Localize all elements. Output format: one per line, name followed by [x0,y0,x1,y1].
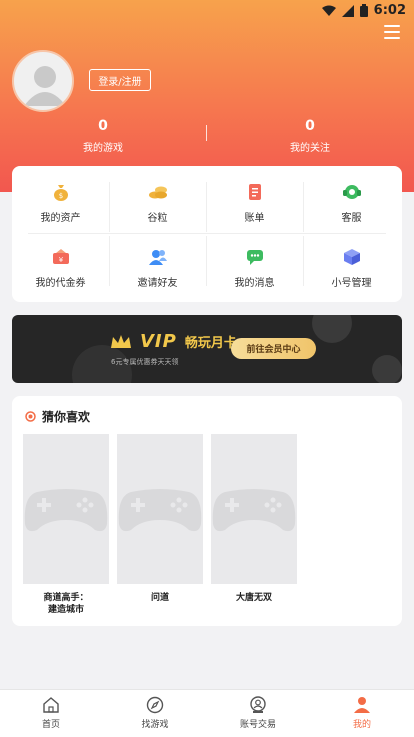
bottom-tab-bar: 首页 找游戏 账号交易 我的 [0,689,414,737]
grid-item-label: 小号管理 [331,278,372,289]
tab-find-games[interactable]: 找游戏 [115,695,195,730]
stat-my-games[interactable]: 0 我的游戏 [33,118,173,154]
vip-badge-text: VIP [140,331,177,352]
guess-you-like-card: 猜你喜欢 商道高手： 建造城市 问道 大唐无双 [12,396,402,626]
game-name-text: 问道 [150,593,169,603]
menu-icon[interactable] [384,25,400,39]
headset-icon [342,185,361,199]
grid-item-label: 我的消息 [234,278,275,289]
grid-item-my-vouchers[interactable]: ¥ 我的代金券 [12,248,109,302]
grid-item-label: 账单 [244,213,265,224]
tab-label: 找游戏 [141,720,169,730]
grid-item-my-messages[interactable]: 我的消息 [206,248,303,302]
grid-item-bill[interactable]: 账单 [206,183,303,237]
game-name-text: 商道高手： 建造城市 [43,593,89,615]
gamepad-icon [212,489,296,532]
game-thumbnail [23,434,109,584]
stat-my-games-value: 0 [98,118,108,134]
game-name-text: 大唐无双 [235,593,272,603]
grid-item-label: 我的资产 [40,213,81,224]
login-register-button[interactable]: 登录/注册 [89,69,151,91]
grid-item-my-assets[interactable]: $ 我的资产 [12,183,109,237]
function-grid-card: $ 我的资产 谷粒 账单 客服 ¥ 我的代金券 邀请好友 我的消息 小号管理 [12,166,402,302]
svg-text:¥: ¥ [58,256,63,264]
function-grid: $ 我的资产 谷粒 账单 客服 ¥ 我的代金券 邀请好友 我的消息 小号管理 [12,166,402,302]
game-thumbnail [211,434,297,584]
game-card[interactable]: 问道 [117,434,203,604]
signal-icon [341,4,354,17]
vip-title: VIP 畅玩月卡 [110,331,237,352]
account-trade-icon [250,696,266,713]
game-card[interactable]: 商道高手： 建造城市 [23,434,109,616]
tab-label: 首页 [41,720,60,730]
invite-friends-icon [148,250,167,265]
bill-icon [248,184,261,200]
battery-icon [359,4,368,17]
profile-icon [354,697,370,713]
status-bar: 6:02 [0,0,414,22]
status-time: 6:02 [373,3,406,18]
target-icon [25,411,36,422]
game-name: 商道高手： 建造城市 [23,592,109,616]
game-card[interactable]: 大唐无双 [211,434,297,604]
money-bag-icon: $ [53,185,68,201]
crown-icon [111,334,131,348]
vip-description: 6元专属优惠券天天领 [111,358,179,366]
grid-item-label: 客服 [341,213,362,224]
grid-item-customer-service[interactable]: 客服 [303,183,400,237]
grid-item-sub-account-management[interactable]: 小号管理 [303,248,400,302]
guess-you-like-title: 猜你喜欢 [42,410,91,424]
tab-account-trade[interactable]: 账号交易 [218,695,298,730]
coins-icon [148,186,167,199]
grid-item-label: 我的代金券 [35,278,86,289]
avatar[interactable] [12,50,74,112]
game-thumbnail [117,434,203,584]
tab-label: 账号交易 [239,720,276,730]
tab-home[interactable]: 首页 [11,695,91,730]
grid-item-invite-friends[interactable]: 邀请好友 [109,248,206,302]
home-icon [43,697,59,713]
stat-my-follows-label: 我的关注 [290,143,330,154]
stat-my-follows-value: 0 [305,118,315,134]
message-icon [246,250,263,265]
vip-card-title: 畅玩月卡 [184,336,237,351]
gamepad-icon [24,489,108,532]
wifi-icon [321,5,336,16]
cube-icon [343,249,360,265]
tab-mine[interactable]: 我的 [322,695,402,730]
voucher-icon: ¥ [52,249,69,264]
guess-you-like-header: 猜你喜欢 [25,408,90,425]
vip-banner[interactable]: VIP 畅玩月卡 6元专属优惠券天天领 前往会员中心 [12,315,402,383]
game-name: 大唐无双 [211,592,297,604]
stat-my-follows[interactable]: 0 我的关注 [240,118,380,154]
grid-item-grain[interactable]: 谷粒 [109,183,206,237]
stat-my-games-label: 我的游戏 [83,143,123,154]
tab-label: 我的 [352,720,371,730]
compass-icon [146,696,164,714]
go-to-membership-center-button[interactable]: 前往会员中心 [231,338,316,359]
stat-divider [206,125,207,141]
game-name: 问道 [117,592,203,604]
svg-text:$: $ [58,192,62,200]
grid-item-label: 邀请好友 [137,278,178,289]
grid-item-label: 谷粒 [147,213,168,224]
gamepad-icon [118,489,202,532]
